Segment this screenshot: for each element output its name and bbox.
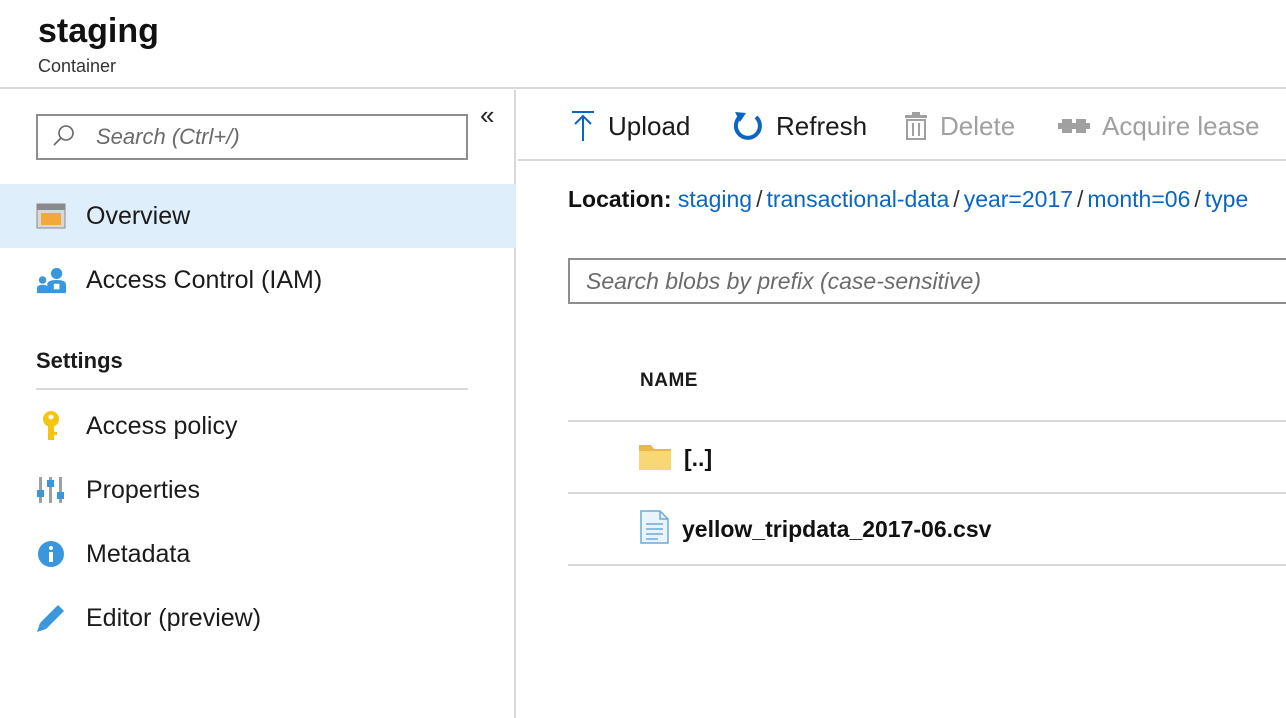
sidebar-item-label: Access Control (IAM) [86,265,323,294]
row-divider [568,492,1286,494]
location-breadcrumb: Location: staging / transactional-data / yea… [568,186,1248,213]
sidebar-item-properties[interactable]: Properties [0,458,516,522]
sidebar-item-label: Metadata [86,539,191,568]
sidebar-item-access-policy[interactable]: Access policy [0,394,516,458]
overview-icon [36,201,66,231]
column-header-name[interactable]: NAME [640,370,698,392]
refresh-button[interactable]: Refresh [732,106,867,146]
sidebar: « Overview [0,90,516,718]
main-panel: Upload Refresh Delete Acquire lease Loca… [518,90,1286,718]
page-title: staging [38,12,159,50]
acquire-lease-button[interactable]: Acquire lease [1058,106,1260,146]
folder-icon [638,441,672,476]
file-icon [638,509,670,549]
row-divider [568,564,1286,566]
lease-icon [1058,115,1090,137]
page-header: staging Container [0,0,1286,89]
breadcrumb-separator: / [1194,186,1201,212]
breadcrumb-month[interactable]: month=06 [1087,186,1190,212]
search-icon [38,123,76,152]
acquire-lease-label: Acquire lease [1102,110,1260,141]
refresh-label: Refresh [776,110,868,141]
sidebar-item-iam[interactable]: Access Control (IAM) [0,248,516,312]
info-icon [36,539,66,569]
collapse-sidebar-button[interactable]: « [480,102,494,128]
sidebar-item-label: Overview [86,201,191,230]
row-divider [568,420,1286,422]
table-row[interactable]: [..] [638,438,712,478]
breadcrumb-separator: / [953,186,960,212]
sidebar-search-box[interactable] [36,114,468,160]
refresh-icon [732,110,764,142]
breadcrumb-type[interactable]: type [1205,186,1248,212]
sidebar-item-label: Editor (preview) [86,603,262,632]
breadcrumb-separator: / [756,186,763,212]
location-label: Location: [568,186,672,212]
sidebar-item-metadata[interactable]: Metadata [0,522,516,586]
sidebar-search-input[interactable] [96,124,456,150]
breadcrumb-staging[interactable]: staging [678,186,752,212]
row-name: [..] [684,444,713,471]
trash-icon [904,112,928,140]
breadcrumb-year[interactable]: year=2017 [964,186,1073,212]
upload-label: Upload [608,110,691,141]
iam-icon [36,265,66,295]
sidebar-item-overview[interactable]: Overview [0,184,516,248]
upload-icon [570,110,596,142]
breadcrumb-transactional-data[interactable]: transactional-data [766,186,949,212]
settings-heading: Settings [36,348,468,390]
properties-icon [36,475,66,505]
upload-button[interactable]: Upload [570,106,690,146]
row-name: yellow_tripdata_2017-06.csv [682,515,992,542]
sidebar-item-editor[interactable]: Editor (preview) [0,586,516,650]
breadcrumb-separator: / [1077,186,1084,212]
blob-search-box[interactable] [568,258,1286,304]
blob-search-input[interactable] [586,267,1276,295]
sidebar-item-label: Access policy [86,411,238,440]
delete-button[interactable]: Delete [904,106,1015,146]
toolbar: Upload Refresh Delete Acquire lease [518,90,1286,161]
pencil-icon [36,603,66,633]
delete-label: Delete [940,110,1016,141]
sidebar-item-label: Properties [86,475,200,504]
page-subtitle: Container [38,56,117,76]
key-icon [36,411,66,441]
table-row[interactable]: yellow_tripdata_2017-06.csv [638,509,991,549]
